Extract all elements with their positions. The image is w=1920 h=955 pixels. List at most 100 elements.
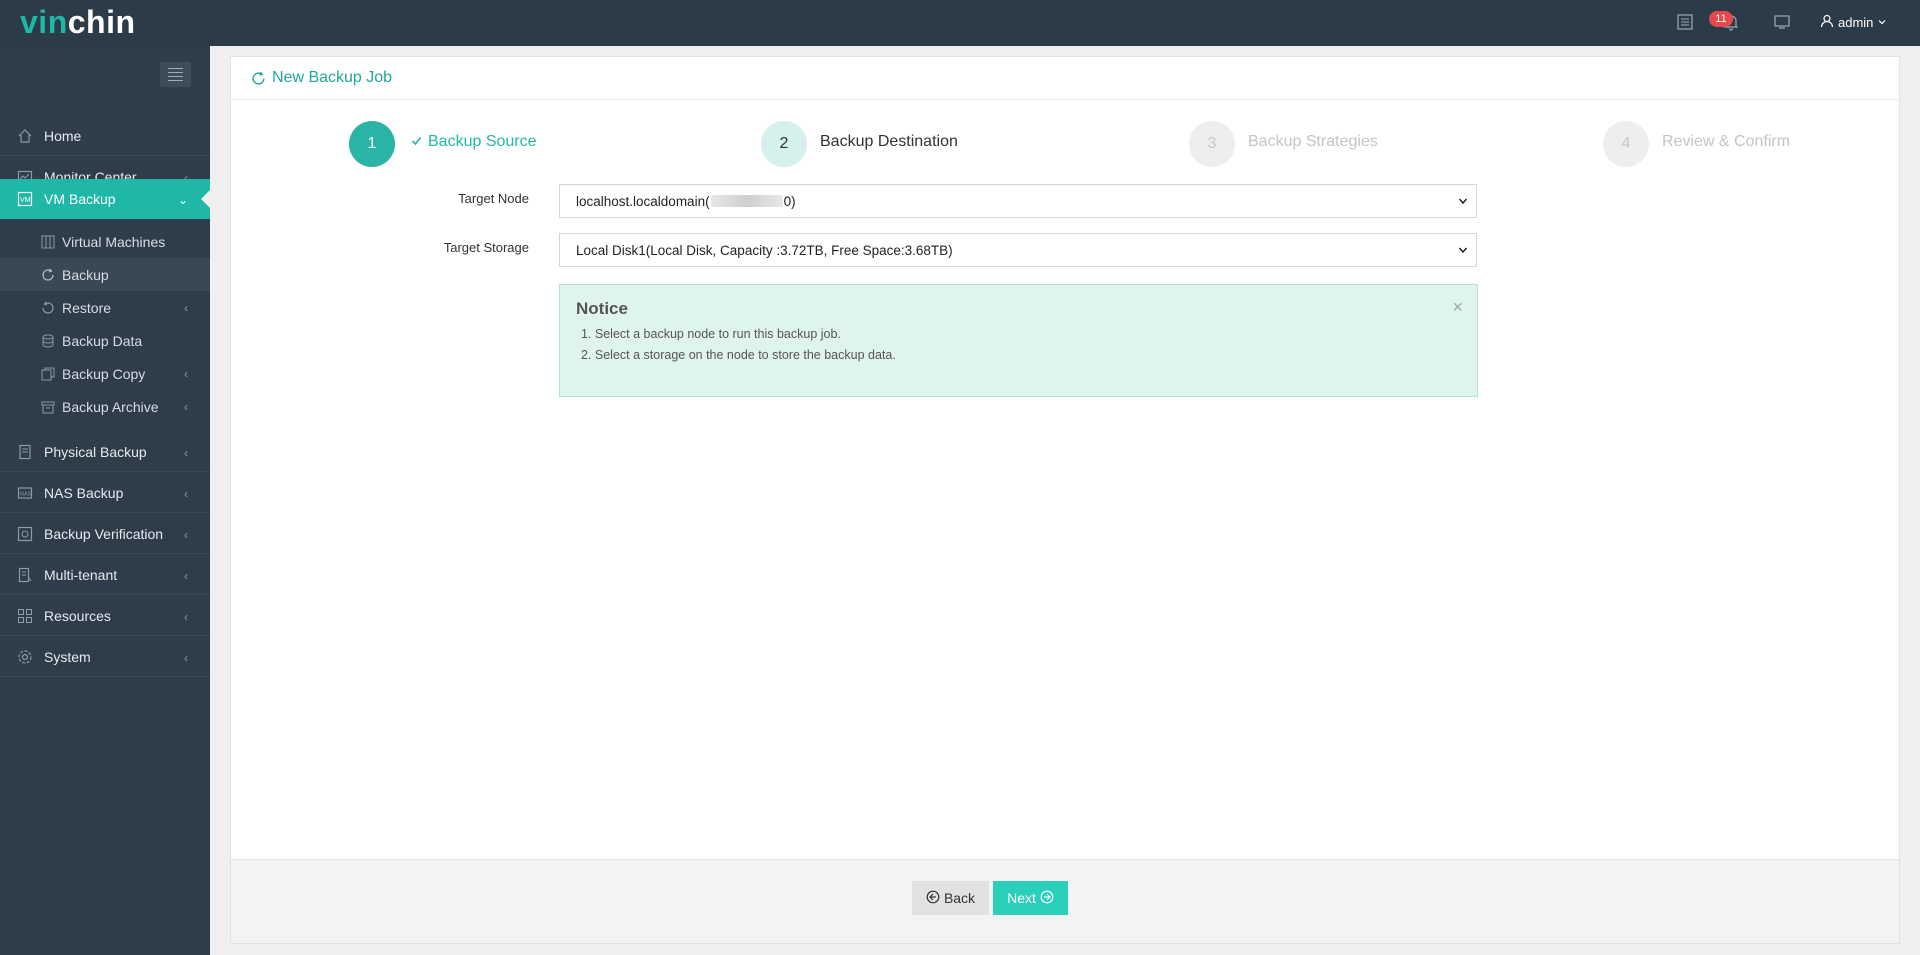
sidebar-toggle-button[interactable] xyxy=(160,62,191,87)
sidebar-item-multi-tenant[interactable]: Multi-tenant ‹ xyxy=(0,555,210,595)
chevron-left-icon: ‹ xyxy=(184,301,188,315)
sidebar-subitem-label: Backup Copy xyxy=(62,365,146,382)
sidebar-item-system[interactable]: System ‹ xyxy=(0,637,210,677)
back-button[interactable]: Back xyxy=(912,881,989,915)
step-2-circle: 2 xyxy=(761,121,807,167)
notice-line: 1. Select a backup node to run this back… xyxy=(581,327,841,341)
vinchin-logo[interactable]: vinchin xyxy=(20,4,136,41)
check-icon xyxy=(411,133,422,151)
arrow-left-circle-icon xyxy=(926,890,940,907)
chevron-down-icon xyxy=(1877,15,1887,30)
step-1-circle[interactable]: 1 xyxy=(349,121,395,167)
refresh-icon xyxy=(40,267,56,283)
server-icon xyxy=(16,443,34,461)
target-node-value: localhost.localdomain( xyxy=(576,193,710,209)
chevron-left-icon: ‹ xyxy=(184,487,188,501)
panel-header: New Backup Job xyxy=(231,57,1899,100)
tenant-icon xyxy=(16,566,34,584)
sidebar-item-label: VM Backup xyxy=(44,191,116,207)
database-icon xyxy=(40,333,56,349)
sidebar-item-label: NAS Backup xyxy=(44,484,124,501)
svg-text:VM: VM xyxy=(20,197,31,204)
verification-icon xyxy=(16,525,34,543)
sidebar-subitem-backup-archive[interactable]: Backup Archive ‹ xyxy=(0,390,210,423)
notice-line: 2. Select a storage on the node to store… xyxy=(581,348,896,362)
target-node-value-end: 0) xyxy=(783,193,796,209)
nas-icon: NAS xyxy=(16,484,34,502)
target-storage-value: Local Disk1(Local Disk, Capacity :3.72TB… xyxy=(576,242,953,258)
sidebar-subitem-virtual-machines[interactable]: Virtual Machines xyxy=(0,225,210,258)
sidebar-item-label: Backup Verification xyxy=(44,525,164,542)
user-icon xyxy=(1820,14,1834,31)
target-storage-label: Target Storage xyxy=(443,240,529,255)
resources-icon xyxy=(16,607,34,625)
home-icon xyxy=(16,127,34,145)
sidebar-subitem-restore[interactable]: Restore ‹ xyxy=(0,291,210,324)
top-bar: vinchin 11 admin xyxy=(0,0,1920,46)
notice-title: Notice xyxy=(576,299,628,318)
sidebar-item-physical-backup[interactable]: Physical Backup ‹ xyxy=(0,432,210,472)
chevron-down-icon: ⌄ xyxy=(177,193,188,207)
grid-icon xyxy=(40,234,56,250)
step-3-circle: 3 xyxy=(1189,121,1235,167)
step-4-circle: 4 xyxy=(1603,121,1649,167)
sidebar-item-resources[interactable]: Resources ‹ xyxy=(0,596,210,636)
chevron-left-icon: ‹ xyxy=(184,528,188,542)
restore-icon xyxy=(40,300,56,316)
logo-text-part1: vin xyxy=(20,4,68,40)
sidebar-item-label: Multi-tenant xyxy=(44,566,118,583)
sidebar: Home Monitor Center ‹ VM VM Backup ⌄ Vir… xyxy=(0,46,211,955)
sidebar-subitem-label: Backup Data xyxy=(62,332,143,349)
next-button[interactable]: Next xyxy=(993,881,1068,915)
chevron-down-icon xyxy=(1458,195,1468,209)
chevron-left-icon: ‹ xyxy=(184,569,188,583)
sidebar-item-label: Resources xyxy=(44,607,111,624)
copy-icon xyxy=(40,366,56,382)
step-1-text: Backup Source xyxy=(428,133,537,150)
chevron-left-icon: ‹ xyxy=(184,400,188,414)
redacted-ip xyxy=(710,195,783,207)
sidebar-item-backup-verification[interactable]: Backup Verification ‹ xyxy=(0,514,210,554)
main-panel: New Backup Job 1 Backup Source 2 Backup … xyxy=(230,56,1900,944)
step-2-label: Backup Destination xyxy=(820,133,958,150)
step-1-label[interactable]: Backup Source xyxy=(411,133,537,151)
chevron-left-icon: ‹ xyxy=(184,367,188,381)
sidebar-subitem-backup-data[interactable]: Backup Data xyxy=(0,324,210,357)
target-storage-select[interactable]: Local Disk1(Local Disk, Capacity :3.72TB… xyxy=(559,233,1477,267)
sidebar-item-nas-backup[interactable]: NAS NAS Backup ‹ xyxy=(0,473,210,513)
sidebar-subitem-label: Virtual Machines xyxy=(62,233,166,250)
sidebar-subitem-backup[interactable]: Backup xyxy=(0,258,210,291)
sidebar-item-vm-backup[interactable]: VM VM Backup ⌄ xyxy=(0,179,211,219)
footer-bar: Back Next xyxy=(231,859,1899,943)
step-4-label: Review & Confirm xyxy=(1662,133,1791,150)
notice-box: Notice 1. Select a backup node to run th… xyxy=(559,284,1478,397)
sidebar-item-label: System xyxy=(44,648,91,665)
sidebar-item-label: Physical Backup xyxy=(44,443,147,460)
target-node-label: Target Node xyxy=(458,191,529,206)
svg-text:NAS: NAS xyxy=(20,491,32,497)
sidebar-subitem-label: Restore xyxy=(62,299,112,316)
sidebar-item-home[interactable]: Home xyxy=(0,116,210,156)
chevron-left-icon: ‹ xyxy=(184,610,188,624)
close-icon[interactable]: × xyxy=(1452,297,1463,318)
sidebar-subitem-backup-copy[interactable]: Backup Copy ‹ xyxy=(0,357,210,390)
sidebar-subitem-label: Backup xyxy=(62,266,109,283)
monitor-icon[interactable] xyxy=(1773,13,1793,33)
arrow-right-circle-icon xyxy=(1040,890,1054,907)
list-icon[interactable] xyxy=(1676,13,1696,33)
chevron-left-icon: ‹ xyxy=(184,446,188,460)
step-3-label: Backup Strategies xyxy=(1248,133,1378,150)
gear-icon xyxy=(16,648,34,666)
sidebar-item-label: Home xyxy=(44,127,82,144)
page-title: New Backup Job xyxy=(272,69,393,86)
vm-icon: VM xyxy=(16,190,34,208)
target-node-select[interactable]: localhost.localdomain( 0) xyxy=(559,184,1477,218)
notification-badge[interactable]: 11 xyxy=(1709,11,1733,27)
sidebar-subitem-label: Backup Archive xyxy=(62,398,159,415)
user-name: admin xyxy=(1838,15,1874,30)
archive-icon xyxy=(40,399,56,415)
logo-text-part2: chin xyxy=(67,4,136,40)
next-button-label: Next xyxy=(1007,890,1036,906)
user-menu[interactable]: admin xyxy=(1820,14,1887,31)
refresh-icon xyxy=(251,71,266,86)
